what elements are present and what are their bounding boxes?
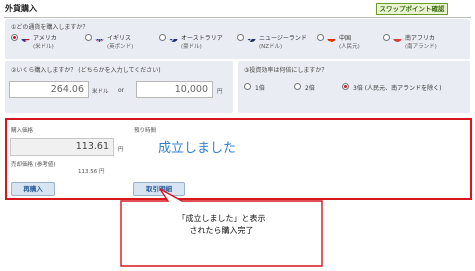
radio-nzd[interactable]: [237, 34, 244, 41]
radio-zar[interactable]: [383, 34, 390, 41]
sell-price-value: 113.56 円: [78, 169, 105, 175]
currency-sub: (南アランド): [405, 44, 437, 50]
leverage-label: 1倍: [255, 85, 265, 92]
leverage-label: 3倍 (人民元、南アランドを除く): [353, 85, 442, 92]
currency-name: アメリカ: [33, 35, 57, 42]
buy-price-label: 購入価格: [11, 128, 34, 134]
currency-name: イギリス: [107, 35, 132, 42]
status-label: 預り時間: [134, 128, 157, 134]
radio-aud[interactable]: [159, 34, 166, 41]
nz-flag-icon: [247, 33, 256, 42]
swap-point-button[interactable]: スワップポイント確認: [376, 3, 448, 15]
currency-sub: (豪ドル): [181, 44, 202, 50]
radio-3x[interactable]: [342, 83, 349, 90]
currency-name: オーストラリア: [181, 35, 223, 42]
radio-2x[interactable]: [294, 83, 301, 90]
yen-unit-label: 円: [217, 89, 223, 95]
cn-flag-icon: [327, 33, 336, 42]
us-flag-icon: [21, 33, 30, 42]
buy-price-unit: 円: [118, 147, 124, 153]
or-label: or: [118, 87, 125, 94]
page-title: 外貨購入: [5, 4, 37, 13]
amount-panel: ②いくら購入しますか？ (どちらかを入力してください) 264.06 米ドル o…: [5, 61, 233, 113]
currency-sub: (NZドル): [259, 44, 283, 50]
uk-flag-icon: [95, 33, 104, 42]
radio-1x[interactable]: [244, 83, 251, 90]
currency-name: ニュージーランド: [259, 35, 307, 42]
currency-sub: (米ドル): [33, 44, 54, 50]
currency-name: 中国: [339, 35, 352, 42]
callout-line-2: されたら購入完了: [189, 226, 254, 235]
radio-gbp[interactable]: [85, 34, 92, 41]
callout-line-1: 「成立しました」と表示: [177, 214, 266, 223]
order-success-message: 成立しました: [158, 141, 237, 156]
leverage-panel: ③投資効率は何倍にしますか？ 1倍 2倍 3倍 (人民元、南アランドを除く): [238, 61, 470, 113]
title-divider: [4, 17, 471, 18]
amount-question: ②いくら購入しますか？ (どちらかを入力してください): [11, 67, 161, 74]
currency-panel: ①どの通貨を購入しますか？ アメリカ (米ドル) イギリス (英ポンド) オース…: [5, 19, 470, 59]
leverage-label: 2倍: [305, 85, 315, 92]
rebuy-button[interactable]: 再購入: [11, 182, 55, 196]
buy-price-value: 113.61: [10, 138, 114, 156]
currency-question: ①どの通貨を購入しますか？: [11, 24, 89, 31]
currency-sub: (人民元): [339, 44, 360, 50]
au-flag-icon: [169, 33, 178, 42]
foreign-amount-input[interactable]: 264.06: [9, 81, 89, 98]
foreign-unit-label: 米ドル: [92, 89, 109, 95]
leverage-question: ③投資効率は何倍にしますか？: [244, 67, 328, 74]
radio-cny[interactable]: [317, 34, 324, 41]
currency-sub: (英ポンド): [107, 44, 134, 50]
callout-box: 「成立しました」と表示 されたら購入完了: [120, 187, 323, 267]
currency-name: 南アフリカ: [405, 35, 436, 42]
sell-price-label: 売却価格 (参考値): [11, 162, 56, 168]
za-flag-icon: [393, 33, 402, 42]
radio-usd[interactable]: [11, 34, 18, 41]
yen-amount-input[interactable]: 10,000: [136, 81, 213, 98]
